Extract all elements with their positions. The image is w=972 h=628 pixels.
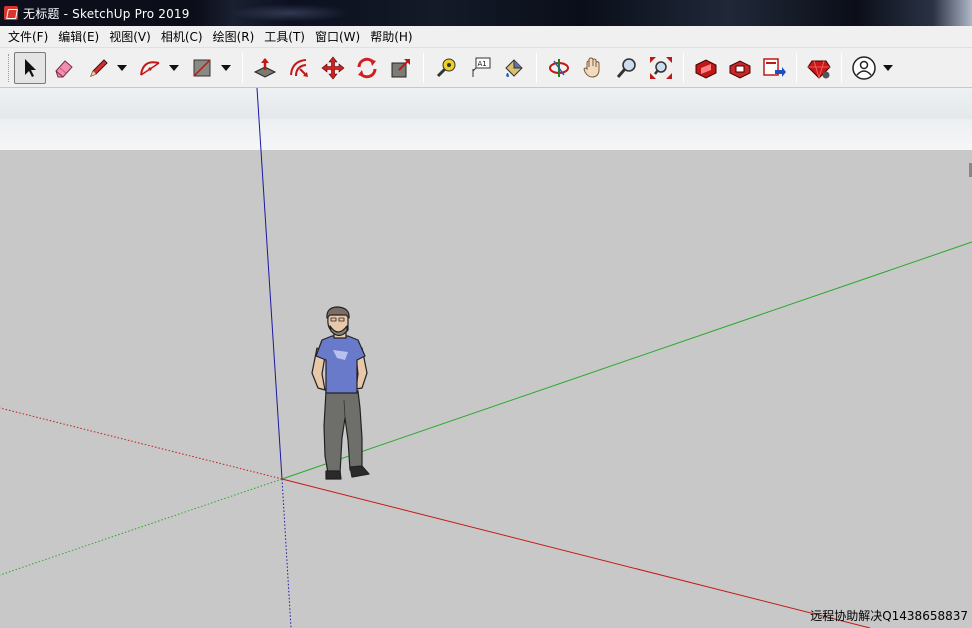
- user-icon: [852, 55, 876, 80]
- extension-warehouse-tool[interactable]: [724, 52, 756, 84]
- orbit-icon: [549, 58, 569, 77]
- zoom-tool[interactable]: [611, 52, 643, 84]
- layout-icon: [763, 57, 786, 77]
- menu-help[interactable]: 帮助(H): [366, 27, 416, 47]
- push-pull-icon: [253, 57, 277, 78]
- zoom-extents-tool[interactable]: [645, 52, 677, 84]
- push-pull-tool[interactable]: [249, 52, 281, 84]
- move-tool[interactable]: [317, 52, 349, 84]
- scale-tool[interactable]: [385, 52, 417, 84]
- toolbar-separator: [242, 52, 243, 83]
- rotate-tool[interactable]: [351, 52, 383, 84]
- menu-window[interactable]: 窗口(W): [311, 27, 364, 47]
- watermark-text: 远程协助解决Q1438658837: [810, 609, 968, 623]
- title-bar: 无标题 - SketchUp Pro 2019: [0, 0, 972, 26]
- main-toolbar: A1: [0, 48, 972, 88]
- send-to-layout-tool[interactable]: [758, 52, 790, 84]
- move-icon: [321, 56, 345, 79]
- zoom-icon: [616, 57, 636, 78]
- rectangle-tool[interactable]: [186, 52, 218, 84]
- arrow-cursor-icon: [25, 58, 36, 77]
- tape-measure-tool[interactable]: [430, 52, 462, 84]
- menu-draw[interactable]: 绘图(R): [209, 27, 259, 47]
- ruby-gem-icon: [807, 60, 831, 79]
- svg-text:A1: A1: [478, 60, 487, 68]
- menu-view[interactable]: 视图(V): [105, 27, 155, 47]
- paint-bucket-icon: [505, 58, 523, 77]
- menu-bar: 文件(F) 编辑(E) 视图(V) 相机(C) 绘图(R) 工具(T) 窗口(W…: [0, 26, 972, 48]
- extension-manager-tool[interactable]: [803, 52, 835, 84]
- toolbar-separator: [796, 52, 797, 83]
- toolbar-separator: [683, 52, 684, 83]
- rotate-icon: [357, 57, 377, 78]
- toolbar-separator: [423, 52, 424, 83]
- green-axis-positive: [281, 241, 972, 480]
- blue-axis-positive: [256, 88, 283, 480]
- line-tool[interactable]: [82, 52, 114, 84]
- orbit-tool[interactable]: [543, 52, 575, 84]
- scene-canvas: [0, 88, 972, 628]
- extension-warehouse-icon: [729, 59, 751, 79]
- eraser-icon: [55, 59, 73, 77]
- text-icon: A1: [472, 57, 491, 77]
- rectangle-icon: [193, 58, 211, 77]
- sketchup-logo-icon[interactable]: [4, 6, 18, 20]
- warehouse-tool[interactable]: [690, 52, 722, 84]
- 3d-warehouse-icon: [695, 58, 717, 79]
- toolbar-grip[interactable]: [8, 53, 11, 82]
- offset-tool[interactable]: [283, 52, 315, 84]
- pan-tool[interactable]: [577, 52, 609, 84]
- toolbar-separator: [536, 52, 537, 83]
- scale-icon: [391, 58, 410, 77]
- tape-measure-icon: [436, 58, 456, 77]
- modeling-viewport[interactable]: 远程协助解决Q1438658837: [0, 88, 972, 628]
- line-tool-dropdown[interactable]: [115, 52, 129, 84]
- blue-axis-negative: [281, 478, 292, 628]
- zoom-extents-icon: [650, 56, 672, 79]
- paint-bucket-tool[interactable]: [498, 52, 530, 84]
- pencil-icon: [90, 58, 108, 77]
- arc-tool-dropdown[interactable]: [167, 52, 181, 84]
- green-axis-negative: [0, 478, 283, 576]
- eraser-tool[interactable]: [48, 52, 80, 84]
- toolbar-separator: [841, 52, 842, 83]
- menu-file[interactable]: 文件(F): [4, 27, 52, 47]
- select-tool[interactable]: [14, 51, 46, 84]
- hand-icon: [583, 56, 600, 78]
- menu-camera[interactable]: 相机(C): [157, 27, 207, 47]
- offset-icon: [290, 58, 308, 77]
- menu-edit[interactable]: 编辑(E): [54, 27, 103, 47]
- rectangle-tool-dropdown[interactable]: [219, 52, 233, 84]
- red-axis-negative: [0, 407, 283, 480]
- menu-tools[interactable]: 工具(T): [260, 27, 309, 47]
- account-tool-dropdown[interactable]: [881, 52, 895, 84]
- window-title: 无标题 - SketchUp Pro 2019: [23, 6, 190, 21]
- scale-figure-person[interactable]: [311, 306, 370, 480]
- account-tool[interactable]: [848, 52, 880, 84]
- text-tool[interactable]: A1: [464, 52, 496, 84]
- title-bar-glow: [230, 4, 350, 22]
- arc-icon: [140, 60, 160, 76]
- arc-tool[interactable]: [134, 52, 166, 84]
- red-axis-positive: [281, 478, 871, 628]
